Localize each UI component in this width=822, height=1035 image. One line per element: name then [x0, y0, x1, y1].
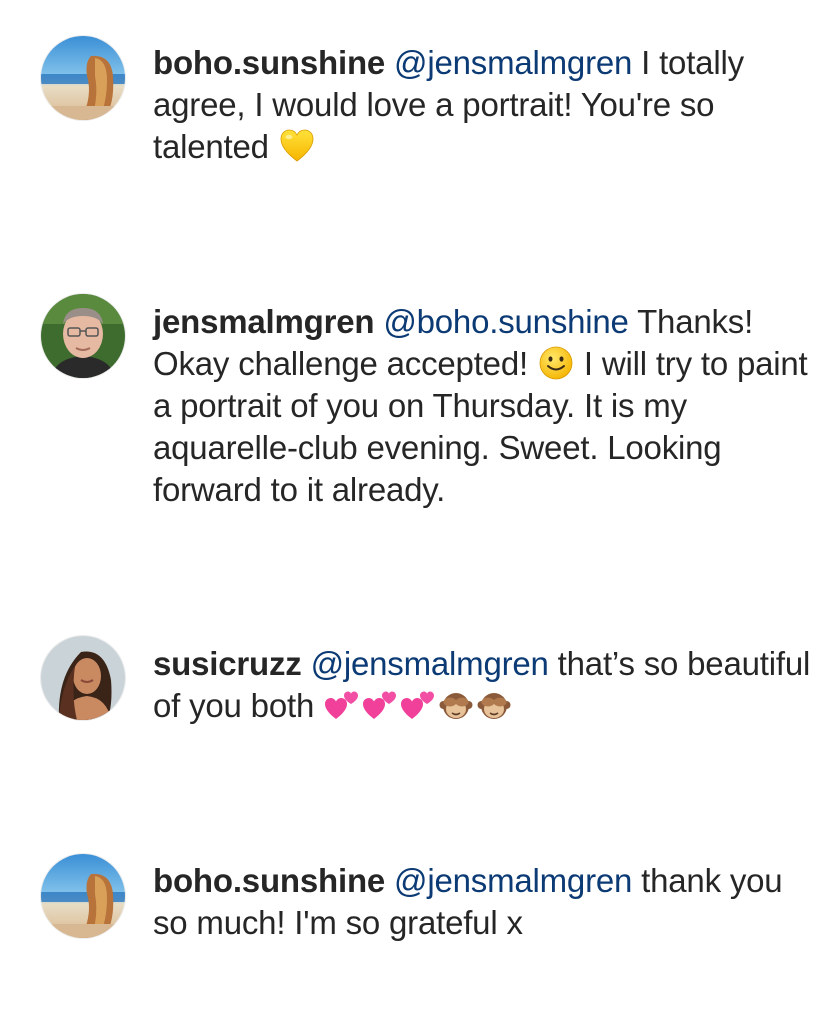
avatar[interactable]	[41, 854, 125, 938]
comment-username[interactable]: boho.sunshine	[153, 44, 385, 81]
comment-mention[interactable]: @jensmalmgren	[394, 862, 632, 899]
avatar[interactable]	[41, 636, 125, 720]
comment-mention[interactable]: @jensmalmgren	[394, 44, 632, 81]
avatar-beach-image	[41, 36, 125, 120]
avatar[interactable]	[41, 36, 125, 120]
avatar-beach-image	[41, 854, 125, 938]
avatar-woman-image	[41, 636, 125, 720]
comment-username[interactable]: susicruzz	[153, 645, 302, 682]
comment-mention[interactable]: @jensmalmgren	[311, 645, 549, 682]
yellow-heart-icon	[279, 128, 315, 164]
comment-username[interactable]: jensmalmgren	[153, 303, 375, 340]
comment-username[interactable]: boho.sunshine	[153, 862, 385, 899]
avatar[interactable]	[41, 294, 125, 378]
comment-text: susicruzz @jensmalmgren that’s so beauti…	[153, 643, 813, 727]
two-hearts-icon	[400, 687, 436, 723]
comment-text: boho.sunshine @jensmalmgren thank you so…	[153, 860, 813, 944]
see-no-evil-monkey-icon	[476, 687, 512, 723]
two-hearts-icon	[362, 687, 398, 723]
avatar-man-image	[41, 294, 125, 378]
comment-text: jensmalmgren @boho.sunshine Thanks! Okay…	[153, 301, 813, 511]
comment-text: boho.sunshine @jensmalmgren I totally ag…	[153, 42, 813, 168]
comment-mention[interactable]: @boho.sunshine	[383, 303, 629, 340]
two-hearts-icon	[324, 687, 360, 723]
see-no-evil-monkey-icon	[438, 687, 474, 723]
slightly-smiling-face-icon	[538, 345, 574, 381]
